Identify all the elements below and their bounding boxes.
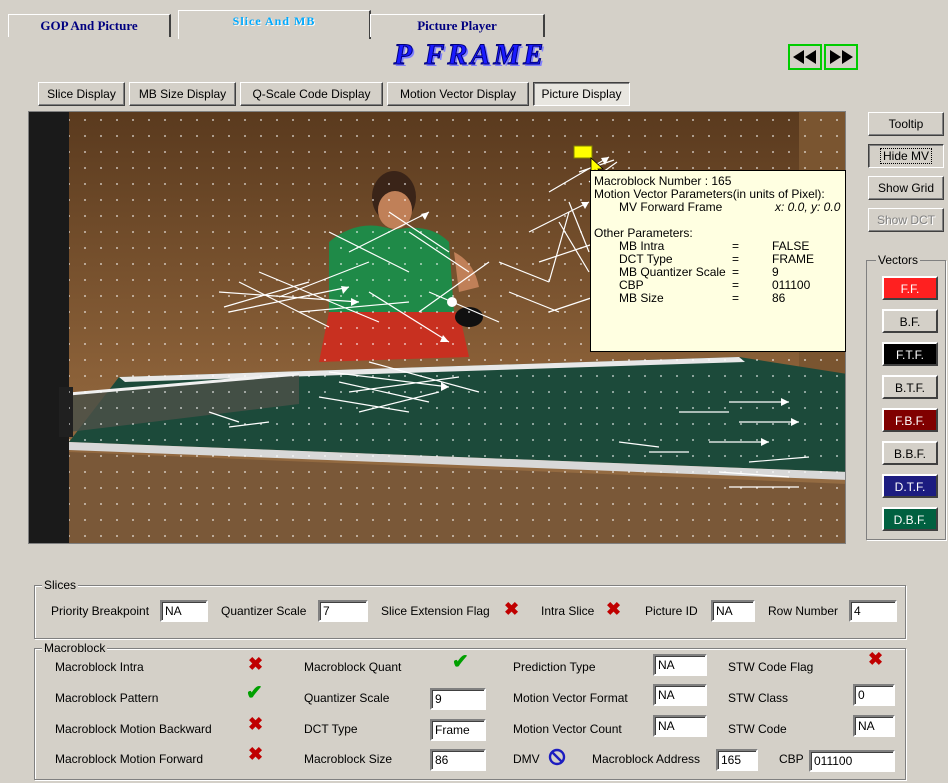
vector-fbf-button[interactable]: F.B.F. <box>882 408 938 432</box>
prediction-type-label: Prediction Type <box>513 660 596 674</box>
slice-display-button[interactable]: Slice Display <box>38 82 125 106</box>
vector-dbf-button[interactable]: D.B.F. <box>882 507 938 531</box>
tooltip-key: MV Forward Frame <box>619 200 723 214</box>
macroblock-intra-label: Macroblock Intra <box>55 660 144 674</box>
macroblock-address-field[interactable]: 165 <box>716 749 758 771</box>
priority-breakpoint-field[interactable]: NA <box>160 600 208 622</box>
vector-ff-button[interactable]: F.F. <box>882 276 938 300</box>
slice-quantizer-scale-field[interactable]: 7 <box>318 600 368 622</box>
vector-bf-button[interactable]: B.F. <box>882 309 938 333</box>
macroblock-motion-forward-label: Macroblock Motion Forward <box>55 752 204 766</box>
tooltip-button[interactable]: Tooltip <box>868 112 944 136</box>
rewind-button[interactable] <box>788 44 822 70</box>
vector-bbf-button[interactable]: B.B.F. <box>882 441 938 465</box>
vector-dtf-button[interactable]: D.T.F. <box>882 474 938 498</box>
vectors-group-label: Vectors <box>876 253 921 267</box>
tooltip-value: x: 0.0, y: 0.0 <box>775 200 841 214</box>
slice-extension-flag-label: Slice Extension Flag <box>381 604 490 618</box>
dct-type-field[interactable]: Frame <box>430 719 486 741</box>
cbp-field[interactable]: 011100 <box>809 750 895 772</box>
tooltip-eq: = <box>732 291 740 305</box>
row-number-label: Row Number <box>768 604 839 618</box>
row-number-field[interactable]: 4 <box>849 600 897 622</box>
picture-display-button[interactable]: Picture Display <box>533 82 630 106</box>
tab-label: GOP And Picture <box>40 18 138 33</box>
tab-picture-player[interactable]: Picture Player <box>370 14 545 37</box>
dmv-label: DMV <box>513 752 540 766</box>
vectors-group <box>866 260 946 540</box>
x-mark-icon: ✖ <box>248 654 264 674</box>
button-label: Hide MV <box>879 148 933 164</box>
tab-gop-and-picture[interactable]: GOP And Picture <box>8 14 171 37</box>
priority-breakpoint-label: Priority Breakpoint <box>51 604 150 618</box>
tooltip-mv-forward: MV Forward Frame x: 0.0, y: 0.0 <box>594 201 845 214</box>
button-label: Tooltip <box>888 117 924 131</box>
stw-code-label: STW Code <box>728 722 787 736</box>
mb-quantizer-scale-label: Quantizer Scale <box>304 691 390 705</box>
tab-slice-and-mb[interactable]: Slice And MB <box>178 10 371 39</box>
tab-bar: GOP And Picture Slice And MB Picture Pla… <box>0 0 948 40</box>
tooltip-param-row: MB Size = 86 <box>594 292 845 305</box>
tab-label: Picture Player <box>417 18 497 33</box>
slice-quantizer-scale-label: Quantizer Scale <box>221 604 307 618</box>
motion-vector-display-button[interactable]: Motion Vector Display <box>387 82 529 106</box>
mv-format-label: Motion Vector Format <box>513 691 628 705</box>
mv-count-field[interactable]: NA <box>653 715 707 737</box>
button-label: Show DCT <box>876 213 935 227</box>
show-dct-button[interactable]: Show DCT <box>868 208 944 232</box>
macroblock-address-label: Macroblock Address <box>592 752 701 766</box>
prohibited-icon <box>548 748 566 769</box>
macroblock-motion-backward-label: Macroblock Motion Backward <box>55 722 212 736</box>
q-scale-code-display-button[interactable]: Q-Scale Code Display <box>240 82 383 106</box>
mv-count-label: Motion Vector Count <box>513 722 622 736</box>
prediction-type-field[interactable]: NA <box>653 654 707 676</box>
stw-class-field[interactable]: 0 <box>853 684 895 706</box>
mb-quantizer-scale-field[interactable]: 9 <box>430 688 486 710</box>
tooltip-key: MB Size <box>619 291 664 305</box>
macroblock-group-label: Macroblock <box>42 641 108 655</box>
check-mark-icon: ✔ <box>246 682 263 704</box>
x-mark-icon: ✖ <box>868 649 884 669</box>
frame-type-title: P FRAME <box>393 38 547 72</box>
button-label: Show Grid <box>877 181 935 195</box>
x-mark-icon: ✖ <box>504 599 520 619</box>
check-mark-icon: ✔ <box>452 651 469 673</box>
fast-forward-icon <box>830 50 853 64</box>
intra-slice-label: Intra Slice <box>541 604 595 618</box>
rewind-icon <box>793 50 816 64</box>
x-mark-icon: ✖ <box>248 744 264 764</box>
fast-forward-button[interactable] <box>824 44 858 70</box>
vector-ftf-button[interactable]: F.T.F. <box>882 342 938 366</box>
macroblock-pattern-label: Macroblock Pattern <box>55 691 159 705</box>
macroblock-tooltip: Macroblock Number : 165 Motion Vector Pa… <box>590 170 846 352</box>
x-mark-icon: ✖ <box>606 599 622 619</box>
stw-code-flag-label: STW Code Flag <box>728 660 814 674</box>
macroblock-size-label: Macroblock Size <box>304 752 393 766</box>
picture-id-field[interactable]: NA <box>711 600 755 622</box>
mb-size-display-button[interactable]: MB Size Display <box>129 82 236 106</box>
dct-type-label: DCT Type <box>304 722 358 736</box>
slices-group-label: Slices <box>42 578 79 592</box>
tooltip-key: MB Quantizer Scale <box>619 265 726 279</box>
show-grid-button[interactable]: Show Grid <box>868 176 944 200</box>
stw-class-label: STW Class <box>728 691 788 705</box>
macroblock-quant-label: Macroblock Quant <box>304 660 402 674</box>
vector-btf-button[interactable]: B.T.F. <box>882 375 938 399</box>
cbp-label: CBP <box>779 752 804 766</box>
hide-mv-button[interactable]: Hide MV <box>868 144 944 168</box>
mv-format-field[interactable]: NA <box>653 684 707 706</box>
stw-code-field[interactable]: NA <box>853 715 895 737</box>
tooltip-value: 86 <box>772 291 786 305</box>
tab-label: Slice And MB <box>232 14 316 28</box>
x-mark-icon: ✖ <box>248 714 264 734</box>
picture-id-label: Picture ID <box>645 604 698 618</box>
macroblock-size-field[interactable]: 86 <box>430 749 486 771</box>
